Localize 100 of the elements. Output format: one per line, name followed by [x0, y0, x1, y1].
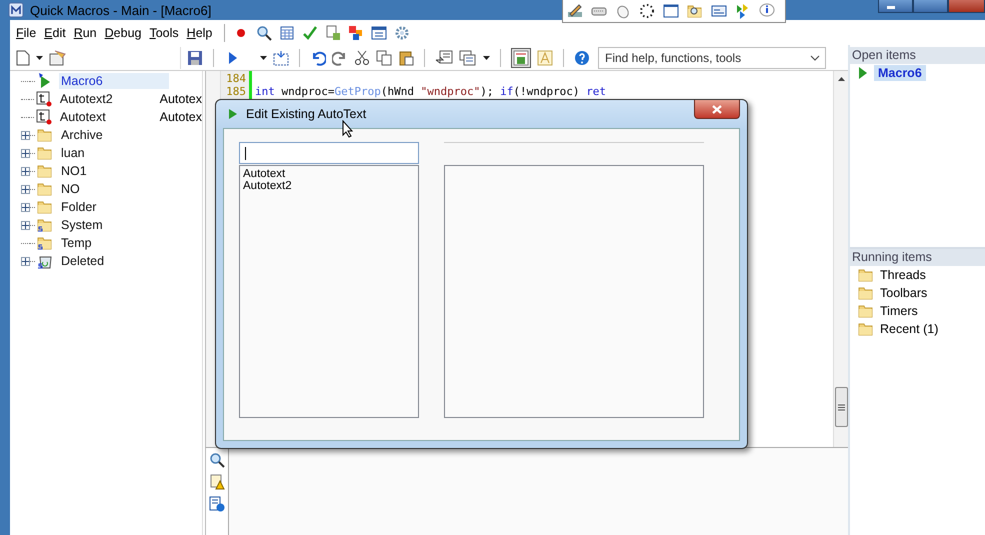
- plus-icon: [22, 132, 29, 138]
- folder-icon: [858, 321, 874, 337]
- menu-item[interactable]: Run: [70, 26, 101, 40]
- scrollbar-thumb[interactable]: [834, 387, 848, 427]
- expand-button[interactable]: [21, 184, 30, 194]
- expand-button[interactable]: [21, 256, 30, 266]
- menu-item[interactable]: Edit: [40, 26, 70, 40]
- tree-item[interactable]: Autotext2: [58, 91, 160, 107]
- save-icon[interactable]: [187, 50, 203, 66]
- scissors-icon[interactable]: [354, 50, 370, 66]
- caret-icon[interactable]: [260, 56, 267, 60]
- menu-item[interactable]: Debug: [100, 26, 146, 40]
- undo-icon[interactable]: [310, 50, 326, 66]
- panel-header: Open items: [850, 47, 985, 64]
- check-icon[interactable]: [302, 24, 318, 40]
- search-icon[interactable]: [256, 24, 272, 40]
- plus-icon: [22, 222, 29, 228]
- tree-item[interactable]: luan: [59, 145, 169, 161]
- tree-item[interactable]: NO: [59, 181, 169, 197]
- folder-icon: [37, 199, 53, 215]
- windows-icon[interactable]: [459, 50, 477, 66]
- warning-icon[interactable]: [209, 474, 225, 490]
- folder-icon: [858, 285, 874, 301]
- help-icon[interactable]: [574, 50, 590, 66]
- plus-icon: [22, 258, 29, 264]
- new-document-icon[interactable]: [16, 50, 30, 66]
- folder-icon: [37, 163, 53, 179]
- search-icon[interactable]: [209, 452, 225, 468]
- tree-item[interactable]: Temp: [59, 235, 169, 251]
- caret-icon[interactable]: [36, 56, 43, 60]
- app-icon: [8, 2, 24, 18]
- tree-item[interactable]: NO1: [59, 163, 169, 179]
- maximize-button[interactable]: [913, 0, 948, 13]
- pen-icon[interactable]: [567, 3, 583, 19]
- tree-item[interactable]: System: [59, 217, 169, 233]
- panel-header: Running items: [850, 249, 985, 266]
- system-folder-icon: [37, 235, 53, 251]
- info-icon[interactable]: [759, 3, 775, 19]
- plus-icon: [22, 150, 29, 156]
- caret-icon[interactable]: [483, 56, 490, 60]
- folder-icon: [37, 181, 53, 197]
- running-item[interactable]: Timers: [880, 304, 918, 318]
- open-item[interactable]: Macro6: [874, 65, 926, 81]
- tree-item[interactable]: Folder: [59, 199, 169, 215]
- table-icon[interactable]: [279, 24, 296, 40]
- expand-button[interactable]: [21, 220, 30, 230]
- expand-button[interactable]: [21, 130, 30, 140]
- autotext-icon: [36, 109, 52, 125]
- folder-icon: [37, 145, 53, 161]
- folder-icon: [858, 267, 874, 283]
- list-arrow-icon[interactable]: [435, 50, 453, 66]
- running-item[interactable]: Threads: [880, 268, 926, 282]
- menu-item[interactable]: File: [12, 26, 40, 40]
- tree-item[interactable]: Deleted: [59, 253, 169, 269]
- menu-item[interactable]: Help: [182, 26, 216, 40]
- tree-column-text: Autotex: [160, 92, 202, 106]
- running-item[interactable]: Recent (1): [880, 322, 938, 336]
- properties-icon[interactable]: [49, 50, 67, 66]
- tree-item[interactable]: Macro6: [59, 73, 169, 89]
- plus-icon: [22, 204, 29, 210]
- running-item[interactable]: Toolbars: [880, 286, 928, 300]
- dialog-icon[interactable]: [711, 3, 727, 19]
- list-box[interactable]: Autotext Autotext2: [239, 165, 419, 418]
- paste-icon[interactable]: [398, 50, 414, 66]
- macro-icon: [858, 66, 868, 80]
- expand-button[interactable]: [21, 166, 30, 176]
- grid-icon[interactable]: [273, 50, 289, 66]
- tree-item[interactable]: Archive: [59, 127, 169, 143]
- window-title: Quick Macros - Main - [Macro6]: [30, 2, 212, 18]
- play-icon: [228, 108, 238, 120]
- mouse-icon[interactable]: [615, 3, 631, 19]
- scroll-up-icon[interactable]: [838, 77, 844, 81]
- grip-icon: [838, 404, 844, 410]
- folder-icon: [37, 127, 53, 143]
- menu-item[interactable]: Tools: [145, 26, 183, 40]
- folder-icon: [858, 303, 874, 319]
- code-line: int wndproc=GetProp(hWnd "wndproc"); if(!wndproc) ret: [255, 85, 606, 98]
- plus-icon: [22, 168, 29, 174]
- code-icon[interactable]: [513, 50, 529, 66]
- tree-item[interactable]: Autotext: [58, 109, 160, 125]
- dots-circle-icon[interactable]: [639, 3, 655, 19]
- autotext-icon: [36, 91, 52, 107]
- help-document-icon[interactable]: [209, 496, 225, 512]
- gear-icon[interactable]: [394, 24, 410, 40]
- tree-column-text: Autotex: [160, 110, 202, 124]
- copy-icon[interactable]: [376, 50, 392, 66]
- list-item[interactable]: Autotext: [243, 168, 415, 180]
- close-button[interactable]: [694, 100, 740, 119]
- window-icon[interactable]: [663, 3, 679, 19]
- expand-button[interactable]: [21, 202, 30, 212]
- find-folder-icon[interactable]: [687, 3, 703, 19]
- input-field[interactable]: [239, 142, 419, 164]
- system-folder-icon: [37, 217, 53, 233]
- redo-icon[interactable]: [332, 50, 348, 66]
- squares-icon[interactable]: [348, 24, 364, 40]
- minimize-button[interactable]: [878, 0, 913, 13]
- list-item[interactable]: Autotext2: [243, 180, 415, 192]
- document-icon[interactable]: [325, 24, 342, 40]
- window-icon[interactable]: [371, 24, 388, 40]
- expand-button[interactable]: [21, 148, 30, 158]
